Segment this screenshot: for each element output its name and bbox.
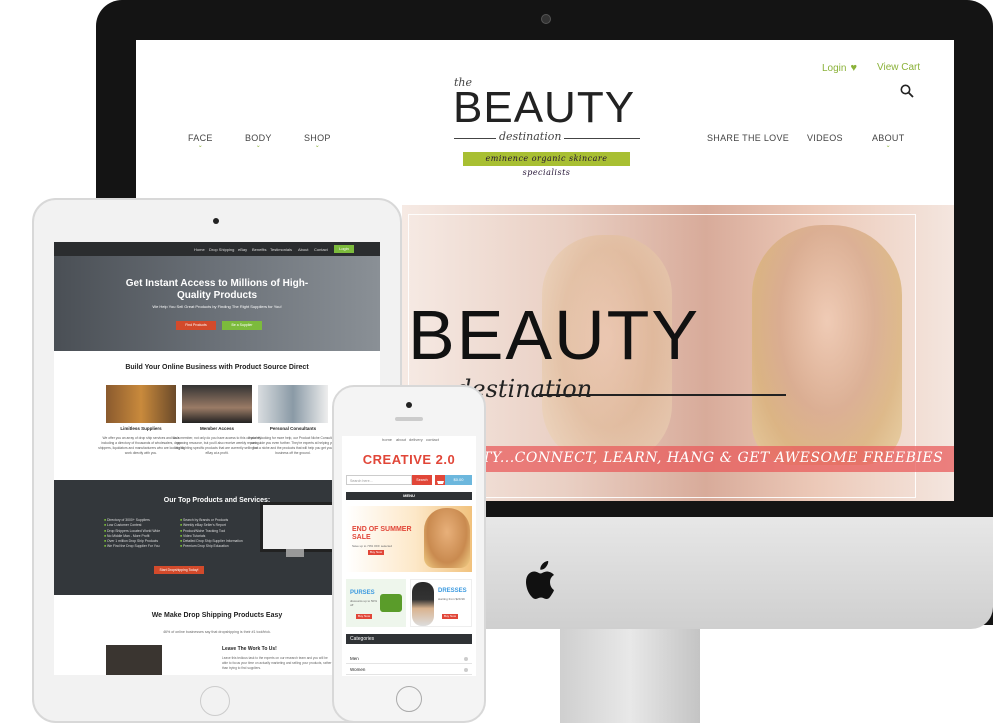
member-image [182,385,252,423]
cart-total[interactable]: $0.00 [445,475,472,485]
handbag-image [380,594,402,612]
consultant-image [258,385,328,423]
promo-buy-button[interactable]: Buy Now [442,614,458,619]
speaker-grille [395,417,423,421]
nav-item-share-the-love[interactable]: SHARE THE LOVE [707,133,789,143]
cart-icon[interactable] [435,475,445,487]
imac-stand [560,629,700,723]
menu-button[interactable]: MENU [346,492,472,500]
feature-title: Personal Consultants [269,426,317,431]
top-nav: Home Drop Shipping eBay Benefits Testimo… [54,242,380,256]
categories-header: Categories [346,634,472,644]
model-image [412,582,434,626]
heart-icon: ♥ [850,62,857,74]
login-link[interactable]: Login ♥ [822,62,857,74]
logo-script: destination [496,130,565,143]
category-item[interactable]: Women [346,665,472,675]
search-button[interactable]: Search [412,475,432,485]
monitor-image [260,502,336,552]
apple-logo-icon [526,561,554,599]
banner-photo [424,508,470,568]
hero-band-text: PARTY...CONNECT, LEARN, HANG & GET AWESO… [452,450,944,466]
nav-item-ebay[interactable]: eBay [238,247,247,252]
nav-item-home[interactable]: home [382,437,392,442]
chevron-down-icon: ⌄ [255,143,262,149]
feature-text: If you're looking for more help, our Pro… [248,436,338,455]
logo-beauty[interactable]: BEAUTY [453,85,635,131]
chevron-right-icon [464,668,468,672]
home-button[interactable] [396,686,422,712]
hero-title: BEAUTY [408,296,701,374]
camera-icon [213,218,219,224]
nav-item-body[interactable]: BODY ⌄ [245,133,272,149]
find-products-button[interactable]: Find Products [176,321,216,330]
chevron-down-icon: ⌄ [885,143,891,149]
be-a-supplier-button[interactable]: Be a Supplier [222,321,262,330]
nav-item-contact[interactable]: contact [426,437,439,442]
promo-subtitle: starting from $29.99 [438,597,465,601]
nav-item-about[interactable]: about [396,437,406,442]
services-list-right: Search by Brands or Products Weekly eBay… [180,518,270,550]
nav-item-drop-shipping[interactable]: Drop Shipping [209,247,234,252]
workshop-image [106,645,162,675]
login-button[interactable]: Login [334,245,354,253]
banner-buy-button[interactable]: Buy Now [368,550,384,555]
nav-item-videos[interactable]: VIDEOS [807,133,843,143]
promo-buy-button[interactable]: Buy Now [356,614,372,619]
hero-title: Get Instant Access to Millions of High-Q… [125,278,309,301]
sub-heading: Leave The Work To Us! [222,646,277,652]
store-logo[interactable]: CREATIVE 2.0 [342,452,476,467]
category-item[interactable]: Men [346,654,472,664]
nav-item-home[interactable]: Home [194,247,205,252]
logo-tagline: eminence organic skincare specialists [463,152,630,177]
nav-item-delivery[interactable]: delivery [409,437,423,442]
chevron-right-icon [464,657,468,661]
promo-title: DRESSES [438,588,467,594]
cart-icon [437,481,444,487]
nav-item-about[interactable]: ABOUT ⌄ [872,133,905,149]
sub-text: Leave this tedious task to the experts o… [222,656,332,670]
banner-title: END OF SUMMER SALE [352,526,412,541]
section-text: 46% of online businesses say that dropsh… [163,630,271,634]
promo-subtitle: discounts up to 50% off [350,599,378,607]
nav-item-face[interactable]: FACE ⌄ [188,133,213,149]
list-item: Premium Drop Ship Education [180,544,270,549]
camera-icon [541,14,551,24]
camera-icon [406,402,412,408]
home-button[interactable] [200,686,230,716]
nav-item-shop[interactable]: SHOP ⌄ [304,133,331,149]
search-input[interactable]: Search here... [346,475,412,485]
monitor-stand [286,549,304,557]
nav-item-about[interactable]: About [298,247,308,252]
chevron-down-icon: ⌄ [197,143,204,149]
phone-website: home about delivery contact CREATIVE 2.0… [342,436,476,676]
section-heading: Build Your Online Business with Product … [125,364,309,371]
hero-subtitle: We Help You Sell Great Products by Findi… [152,304,282,309]
promo-title: PURSES [350,590,375,596]
view-cart-link[interactable]: View Cart [877,62,920,73]
start-dropshipping-button[interactable]: Start Dropshipping Today! [154,566,204,574]
warehouse-image [106,385,176,423]
nav-item-benefits[interactable]: Benefits [252,247,266,252]
nav-item-contact[interactable]: Contact [314,247,328,252]
search-icon[interactable] [900,84,914,98]
banner-subtitle: Save up to 70% OFF selected [352,544,393,548]
nav-item-testimonials[interactable]: Testimonials [270,247,292,252]
chevron-down-icon: ⌄ [314,143,321,149]
